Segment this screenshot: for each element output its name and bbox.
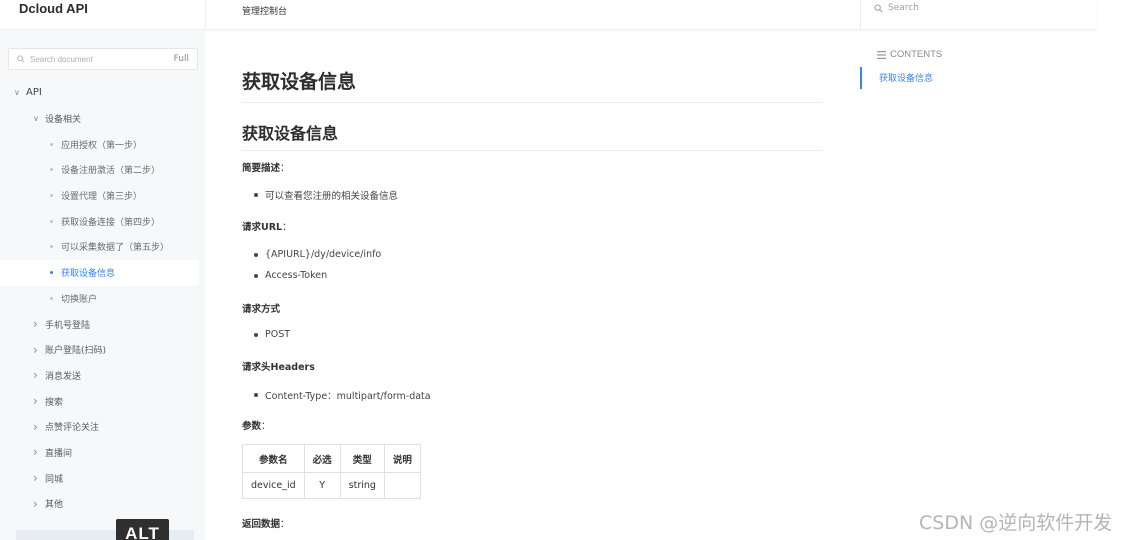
params-title: 参数： [242,421,271,432]
page-title: 获取设备信息 [242,67,822,103]
sidebar-item[interactable]: › 消息发送 [0,363,205,389]
table-cell: string [339,472,385,499]
chevron-right-icon: › [33,317,38,332]
chevron-right-icon: › [33,471,38,486]
sidebar-item-label: 其他 [45,500,64,511]
sidebar-item[interactable]: › 其他 [0,491,205,517]
search-icon [874,3,883,12]
sidebar-item-label: 应用授权（第一步） [61,140,143,151]
bullet-icon [50,245,53,249]
chevron-right-icon: › [33,445,38,460]
sidebar-item[interactable]: 可以采集数据了（第五步） [0,234,205,260]
headers-item: Content-Type：multipart/form-data [254,388,431,402]
sidebar-item[interactable]: 切换账户 [0,286,205,312]
sidebar-item-label: 获取设备信息 [61,269,116,280]
sidebar-item[interactable]: › 账户登陆(扫码) [0,337,205,363]
params-table: 参数名 必选 类型 说明 device_id Y string [242,444,421,499]
method-title: 请求方式 [242,304,281,315]
sidebar-item-label: 手机号登陆 [45,320,91,331]
full-search-button[interactable]: Full [174,54,189,64]
chevron-right-icon: › [33,419,38,434]
sidebar-item-label: 同城 [45,474,64,485]
url-title: 请求URL： [242,222,292,233]
sidebar: Search document Full ∨ API ∨ 设备相关应用授权（第一步） 设… [0,31,205,540]
bullet-icon [50,296,53,300]
top-search-label: Search [888,3,919,13]
chevron-down-icon: ∨ [14,88,20,98]
sidebar-item[interactable]: › 直播间 [0,440,205,466]
bullet-icon [50,168,53,172]
doc-tree: ∨ API ∨ 设备相关应用授权（第一步） 设备注册激活（第二步） 设置代理（第三步） 获取… [0,80,205,517]
bullet-icon [50,271,53,275]
url-item: {APIURL}/dy/device/info [254,249,381,260]
contents-heading: CONTENTS [877,49,942,60]
sidebar-item-label: 直播间 [45,448,73,459]
bullet-icon [50,142,53,146]
chevron-down-icon: ∨ [33,114,39,124]
sidebar-item-label: API [26,87,42,99]
sidebar-item[interactable]: › 搜索 [0,388,205,414]
sidebar-item[interactable]: 设备注册激活（第二步） [0,157,205,183]
bullet-icon [50,194,53,198]
table-cell [383,472,421,499]
search-icon [17,55,25,63]
sidebar-item-label: 设备相关 [45,115,82,126]
sidebar-item-label: 点赞评论关注 [45,423,100,434]
contents-item[interactable]: 获取设备信息 [879,71,933,84]
brand-logo[interactable]: Dcloud API [19,1,88,16]
table-header-row: 参数名 必选 类型 说明 [242,444,421,473]
table-header-cell: 必选 [303,444,341,473]
chevron-right-icon: › [33,342,38,357]
top-search[interactable]: Search [874,3,919,13]
top-bar: Dcloud API 管理控制台 Search [0,0,1096,30]
table-row: device_id Y string [242,472,421,499]
sidebar-search-input[interactable]: Search document Full [8,48,198,70]
method-item: POST [254,329,290,340]
divider [205,0,206,30]
sidebar-item[interactable]: 应用授权（第一步） [0,131,205,157]
divider [860,0,861,30]
alt-key-badge: ALT [116,519,169,540]
url-item: Access-Token [254,270,327,281]
return-title: 返回数据： [242,519,290,530]
sidebar-item-label: 搜索 [45,397,64,408]
table-cell: device_id [242,472,305,499]
list-icon [877,50,886,59]
table-header-cell: 参数名 [242,444,305,473]
headers-title: 请求头Headers [242,362,315,373]
chevron-right-icon: › [33,368,38,383]
sidebar-item-label: 获取设备连接（第四步） [61,217,161,228]
sidebar-item[interactable]: › 同城 [0,465,205,491]
table-header-cell: 类型 [339,444,385,473]
sidebar-item[interactable]: ∨ API [0,80,205,106]
sidebar-search-placeholder: Search document [30,54,93,64]
desc-title: 简要描述： [242,163,290,174]
chevron-right-icon: › [33,394,38,409]
table-cell: Y [303,472,341,499]
table-header-cell: 说明 [383,444,421,473]
sidebar-item[interactable]: › 点赞评论关注 [0,414,205,440]
chevron-right-icon: › [33,496,38,511]
sidebar-item-label: 消息发送 [45,371,82,382]
sidebar-item[interactable]: 获取设备连接（第四步） [0,208,205,234]
sidebar-item[interactable]: 设置代理（第三步） [0,183,205,209]
sidebar-item[interactable]: › 手机号登陆 [0,311,205,337]
desc-item: 可以查看您注册的相关设备信息 [254,188,398,202]
contents-active-indicator [860,67,862,89]
sidebar-item[interactable]: 获取设备信息 [0,259,199,286]
sidebar-item-label: 可以采集数据了（第五步） [61,243,170,254]
sidebar-item-label: 账户登陆(扫码) [45,346,107,357]
sidebar-item-label: 设备注册激活（第二步） [61,166,161,177]
section-heading: 获取设备信息 [242,120,822,151]
console-link[interactable]: 管理控制台 [242,4,287,17]
sidebar-item-label: 切换账户 [61,294,98,305]
watermark: CSDN @逆向软件开发 [919,512,1113,534]
bullet-icon [50,219,53,223]
sidebar-item[interactable]: ∨ 设备相关 [0,106,205,132]
sidebar-item-label: 设置代理（第三步） [61,192,143,203]
